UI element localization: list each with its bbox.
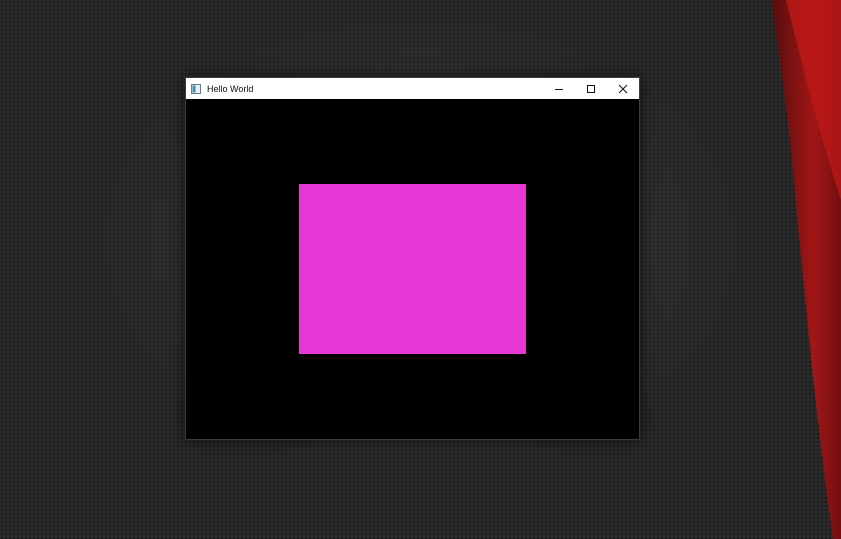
app-window[interactable]: Hello World [185,77,640,440]
render-canvas[interactable] [186,99,639,439]
window-title: Hello World [207,83,254,94]
title-bar[interactable]: Hello World [186,78,639,99]
maximize-button[interactable] [575,78,607,99]
minimize-button[interactable] [543,78,575,99]
magenta-rectangle [299,184,526,354]
maximize-icon [587,84,595,93]
minimize-icon [555,88,563,90]
window-app-icon [191,83,201,94]
close-icon [618,84,628,93]
wallpaper-red-accent [771,0,841,539]
close-button[interactable] [607,78,639,99]
